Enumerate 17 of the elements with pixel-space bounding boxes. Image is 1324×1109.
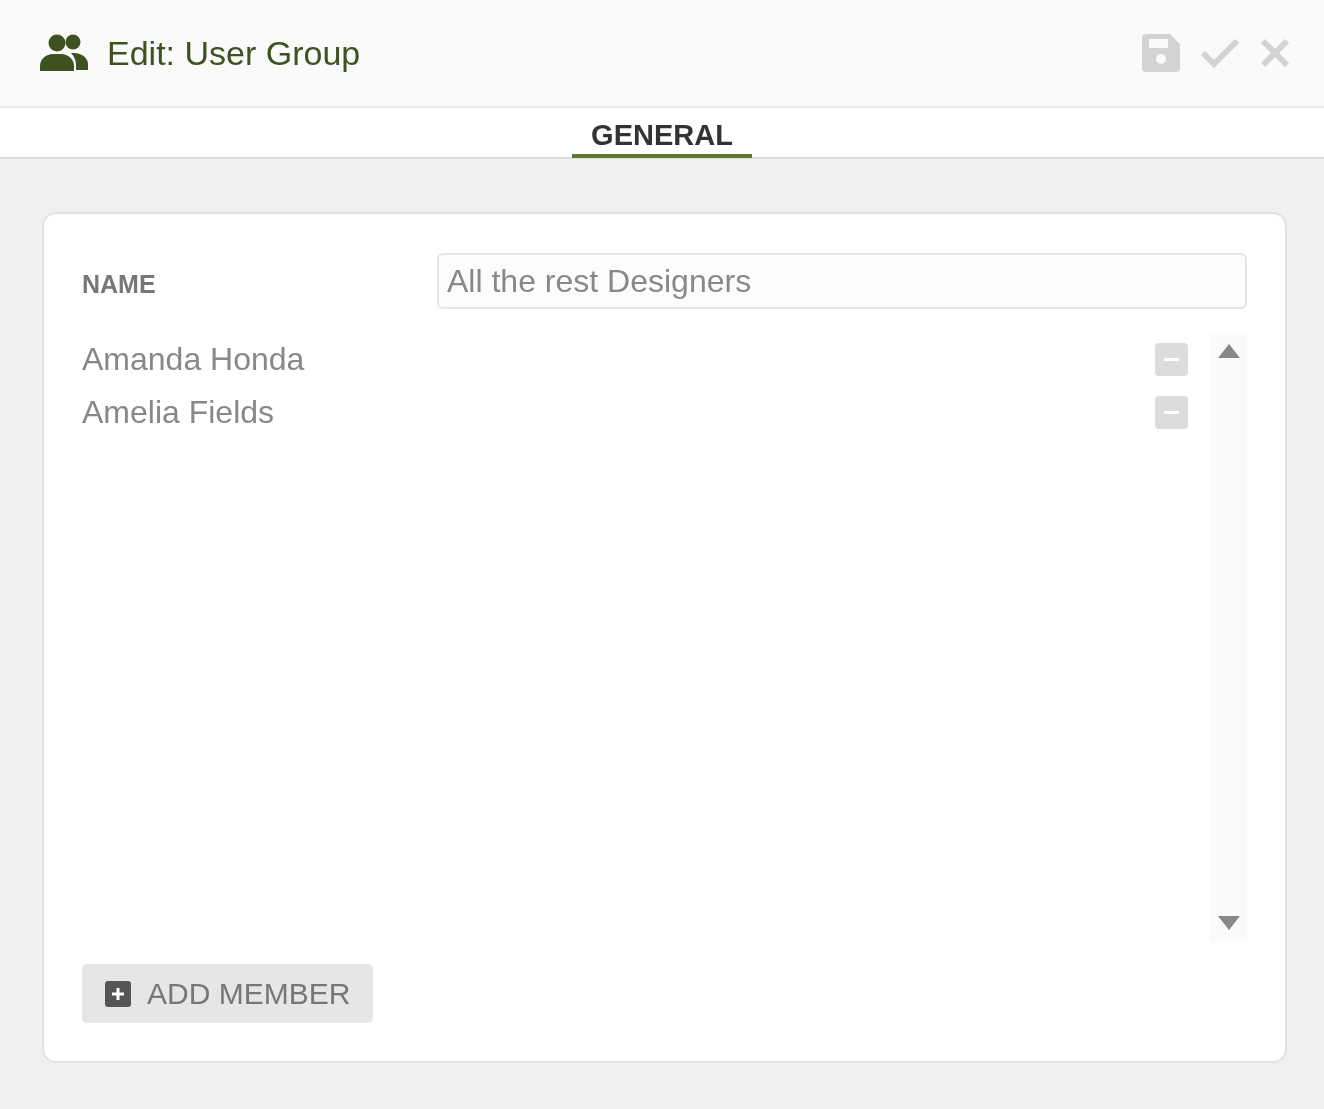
add-member-button[interactable]: ADD MEMBER: [82, 964, 374, 1023]
name-input[interactable]: All the rest Designers: [437, 253, 1247, 309]
plus-icon: [105, 980, 131, 1007]
users-icon: [40, 33, 88, 73]
close-icon[interactable]: [1260, 38, 1290, 68]
scrollbar[interactable]: [1210, 333, 1247, 942]
tab[interactable]: GENERAL: [572, 108, 752, 158]
window-title: Edit: User Group: [107, 33, 361, 73]
field-label: NAME: [82, 268, 157, 299]
remove-button[interactable]: [1155, 396, 1188, 429]
check-icon[interactable]: [1200, 38, 1240, 68]
scroll-down-icon[interactable]: [1216, 915, 1241, 932]
remove-button[interactable]: [1155, 343, 1188, 376]
save-icon[interactable]: [1142, 34, 1180, 72]
member-name: Amanda Honda: [82, 341, 305, 378]
member-name: Amelia Fields: [82, 394, 275, 431]
scroll-up-icon[interactable]: [1216, 343, 1241, 359]
